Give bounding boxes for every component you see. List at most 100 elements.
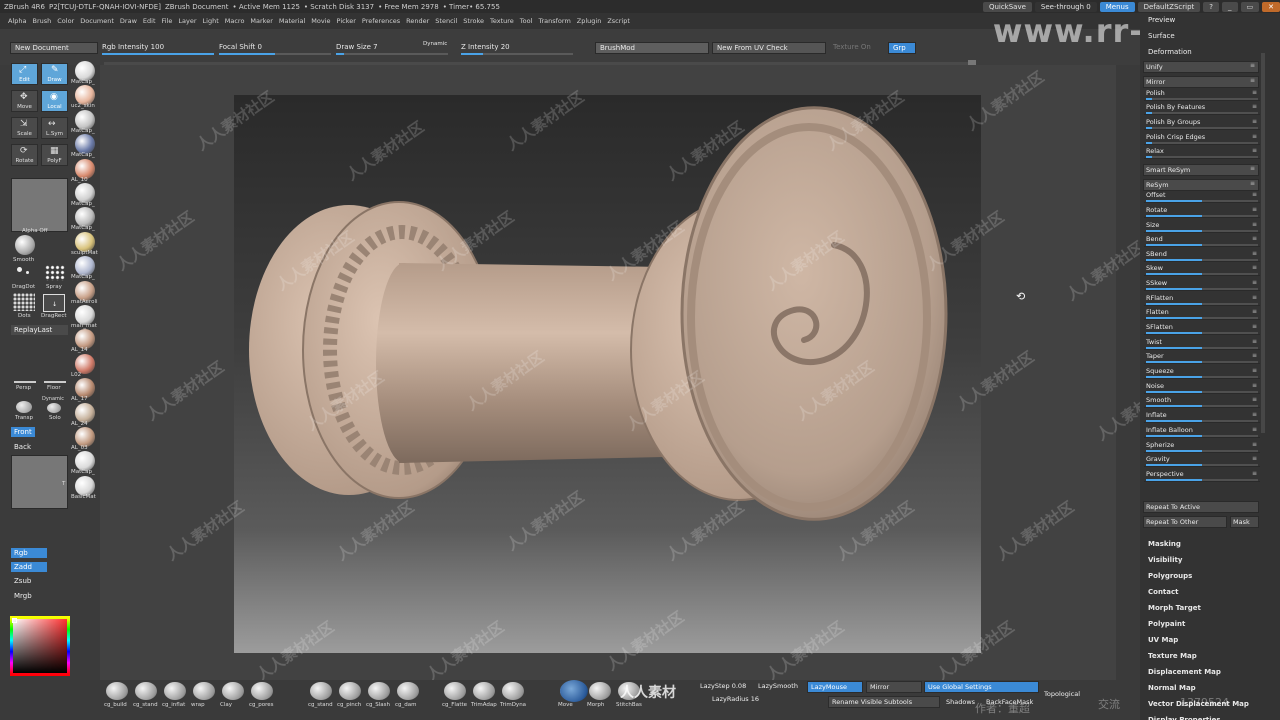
slider-track[interactable] — [1146, 332, 1258, 334]
slider-track[interactable] — [1146, 376, 1258, 378]
persp-icon[interactable] — [14, 371, 36, 383]
minimize-icon[interactable]: _ — [1222, 1, 1238, 12]
local-button[interactable]: ◉ Local — [41, 90, 68, 112]
deformation-unify[interactable]: Unify ≡ — [1143, 61, 1259, 73]
lazysmooth-slider[interactable]: LazySmooth — [758, 682, 798, 690]
slider-track[interactable] — [1146, 142, 1258, 144]
menu-transform[interactable]: Transform — [538, 17, 570, 25]
menu-light[interactable]: Light — [203, 17, 219, 25]
slider-track[interactable] — [1146, 215, 1258, 217]
material-swatch[interactable] — [75, 329, 95, 350]
menu-edit[interactable]: Edit — [143, 17, 156, 25]
subpalette-polygroups[interactable]: Polygroups — [1148, 572, 1192, 580]
brush-icon[interactable] — [339, 682, 361, 700]
rgb-intensity-slider[interactable]: Rgb Intensity 100 — [102, 43, 164, 51]
edit-button[interactable]: ⤢ Edit — [11, 63, 38, 85]
menu-material[interactable]: Material — [279, 17, 305, 25]
subpalette-displacement-map[interactable]: Displacement Map — [1148, 668, 1221, 676]
slider-track[interactable] — [1146, 405, 1258, 407]
dynamic-toggle[interactable]: Dynamic — [423, 41, 447, 47]
subpalette-uv-map[interactable]: UV Map — [1148, 636, 1178, 644]
lazystep-slider[interactable]: LazyStep 0.08 — [700, 682, 746, 690]
front-button[interactable]: Front — [11, 427, 35, 437]
options-icon[interactable]: ≡ — [1252, 235, 1257, 242]
rename-visible-subtools-button[interactable]: Rename Visible Subtools — [828, 696, 940, 708]
menu-zplugin[interactable]: Zplugin — [577, 17, 602, 25]
close-icon[interactable]: ✕ — [1262, 1, 1280, 12]
color-picker-marker[interactable] — [12, 618, 17, 623]
draw-button[interactable]: ✎ Draw — [41, 63, 68, 85]
deformation-rotate[interactable]: Rotate ≡ — [1144, 206, 1260, 218]
material-swatch[interactable] — [75, 280, 95, 301]
brush-icon[interactable] — [444, 682, 466, 700]
deformation-skew[interactable]: Skew ≡ — [1144, 264, 1260, 276]
new-from-uv-check-button[interactable]: New From UV Check — [712, 42, 826, 54]
deformation-inflate-balloon[interactable]: Inflate Balloon ≡ — [1144, 426, 1260, 438]
deformation-rflatten[interactable]: RFlatten ≡ — [1144, 294, 1260, 306]
rotate-button[interactable]: ⟳ Rotate — [11, 144, 38, 166]
options-icon[interactable]: ≡ — [1252, 308, 1257, 315]
slider-track[interactable] — [1146, 244, 1258, 246]
brush-icon[interactable] — [502, 682, 524, 700]
slider-track[interactable] — [1146, 288, 1258, 290]
options-icon[interactable]: ≡ — [1252, 455, 1257, 462]
options-icon[interactable]: ≡ — [1252, 426, 1257, 433]
material-swatch[interactable] — [75, 475, 95, 496]
deformation-twist[interactable]: Twist ≡ — [1144, 338, 1260, 350]
lazymouse-toggle[interactable]: LazyMouse — [807, 681, 863, 693]
menu-color[interactable]: Color — [57, 17, 74, 25]
brush-icon[interactable] — [473, 682, 495, 700]
material-swatch[interactable] — [75, 207, 95, 228]
brush-icon[interactable] — [589, 682, 611, 700]
grp-toggle[interactable]: Grp — [888, 42, 916, 54]
menu-render[interactable]: Render — [406, 17, 429, 25]
subpalette-display-properties[interactable]: Display Properties — [1148, 716, 1221, 720]
menu-layer[interactable]: Layer — [178, 17, 196, 25]
options-icon[interactable]: ≡ — [1250, 62, 1255, 69]
options-icon[interactable]: ≡ — [1252, 279, 1257, 286]
options-icon[interactable]: ≡ — [1252, 382, 1257, 389]
menu-stroke[interactable]: Stroke — [463, 17, 484, 25]
options-icon[interactable]: ≡ — [1250, 180, 1255, 187]
deformation-perspective[interactable]: Perspective ≡ — [1144, 470, 1260, 482]
texture-slot[interactable] — [11, 455, 68, 509]
material-swatch[interactable] — [75, 85, 95, 106]
options-icon[interactable]: ≡ — [1252, 396, 1257, 403]
deformation-bend[interactable]: Bend ≡ — [1144, 235, 1260, 247]
options-icon[interactable]: ≡ — [1252, 147, 1257, 154]
alpha-slot[interactable] — [11, 178, 68, 232]
smooth-brush-icon[interactable] — [15, 235, 35, 255]
polyf-button[interactable]: ▦ PolyF — [41, 144, 68, 166]
material-swatch[interactable] — [75, 305, 95, 325]
color-picker[interactable] — [10, 616, 70, 676]
subpalette-masking[interactable]: Masking — [1148, 540, 1181, 548]
menu-marker[interactable]: Marker — [250, 17, 272, 25]
menu-alpha[interactable]: Alpha — [8, 17, 26, 25]
deformation-polish[interactable]: Polish ≡ — [1144, 89, 1260, 101]
deformation-sskew[interactable]: SSkew ≡ — [1144, 279, 1260, 291]
zsub-toggle[interactable]: Zsub — [11, 576, 34, 586]
brush-icon[interactable] — [368, 682, 390, 700]
back-button[interactable]: Back — [11, 442, 34, 452]
new-document-button[interactable]: New Document — [10, 42, 98, 54]
material-swatch[interactable] — [75, 353, 95, 374]
surface-heading[interactable]: Surface — [1148, 32, 1175, 40]
brush-icon[interactable] — [106, 682, 128, 700]
material-swatch[interactable] — [75, 183, 95, 203]
material-swatch[interactable] — [75, 109, 95, 130]
options-icon[interactable]: ≡ — [1252, 89, 1257, 96]
deformation-relax[interactable]: Relax ≡ — [1144, 147, 1260, 159]
options-icon[interactable]: ≡ — [1252, 367, 1257, 374]
focal-shift-slider[interactable]: Focal Shift 0 — [219, 43, 262, 51]
options-icon[interactable]: ≡ — [1252, 411, 1257, 418]
material-swatch[interactable] — [75, 451, 95, 472]
subpalette-morph-target[interactable]: Morph Target — [1148, 604, 1201, 612]
material-swatch[interactable] — [75, 402, 95, 423]
dragdot-icon[interactable] — [14, 265, 36, 279]
subpalette-visibility[interactable]: Visibility — [1148, 556, 1182, 564]
options-icon[interactable]: ≡ — [1252, 191, 1257, 198]
options-icon[interactable]: ≡ — [1252, 338, 1257, 345]
spray-icon[interactable] — [45, 265, 65, 281]
menu-stencil[interactable]: Stencil — [435, 17, 457, 25]
lsym-button[interactable]: ↔ L.Sym — [41, 117, 68, 139]
